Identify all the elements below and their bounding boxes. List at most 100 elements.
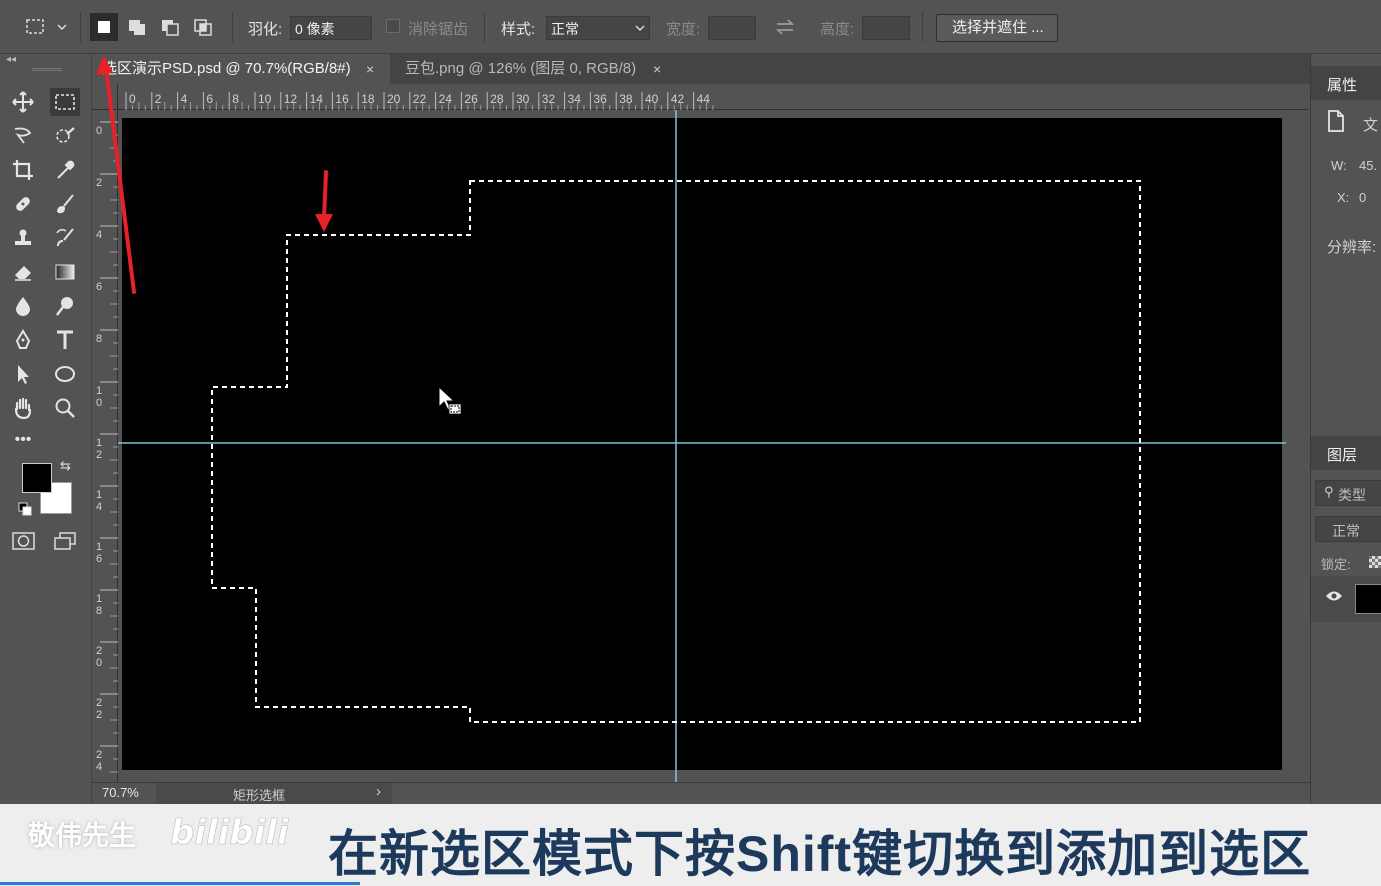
ruler-label: 34 — [568, 92, 582, 106]
width-input[interactable] — [708, 16, 756, 40]
add-selection-cursor-icon — [438, 385, 462, 415]
ruler-label: 4 — [96, 501, 102, 513]
ruler-label: 18 — [361, 92, 375, 106]
close-icon[interactable]: × — [366, 54, 374, 84]
ruler-label: 36 — [593, 92, 607, 106]
quick-selection-tool-icon[interactable] — [50, 122, 80, 150]
move-tool-icon[interactable] — [8, 88, 38, 116]
search-icon: ⚲ — [1324, 484, 1334, 499]
document-icon — [1327, 110, 1345, 137]
resolution-label: 分辨率: — [1327, 239, 1377, 256]
subtract-from-selection-icon[interactable] — [156, 13, 184, 41]
rect-marquee-tool-icon[interactable] — [50, 88, 80, 116]
layer-thumbnail — [1355, 584, 1381, 614]
default-colors-icon[interactable] — [18, 502, 32, 521]
ruler-label: 2 — [96, 645, 102, 657]
style-select[interactable]: 正常 — [546, 16, 650, 40]
ellipse-tool-icon[interactable] — [50, 360, 80, 388]
ruler-label: 0 — [96, 397, 102, 409]
add-to-selection-icon[interactable] — [123, 13, 151, 41]
path-selection-tool-icon[interactable] — [8, 360, 38, 388]
more-tools-icon[interactable]: ••• — [8, 426, 38, 454]
width-field-value[interactable]: 45. — [1359, 158, 1377, 173]
brush-tool-icon[interactable] — [50, 190, 80, 218]
toolbar-grip[interactable] — [32, 68, 62, 71]
ruler-label: 0 — [129, 92, 136, 106]
zoom-level[interactable]: 70.7% — [102, 785, 139, 800]
ruler-label: 38 — [619, 92, 633, 106]
select-and-mask-button[interactable]: 选择并遮住 ... — [936, 14, 1058, 42]
ruler-label: 2 — [155, 92, 162, 106]
ruler-label: 26 — [464, 92, 478, 106]
screen-mode-icon[interactable] — [53, 531, 77, 556]
canvas-area[interactable] — [118, 110, 1308, 782]
close-icon[interactable]: × — [653, 54, 661, 84]
watermark: 敬伟先生 — [28, 821, 136, 851]
properties-doc-label: 文 — [1363, 117, 1379, 134]
ruler-label: 32 — [542, 92, 556, 106]
blur-tool-icon[interactable] — [8, 292, 38, 320]
intersect-selection-icon[interactable] — [189, 13, 217, 41]
status-menu-arrow-icon[interactable]: › — [376, 783, 381, 800]
layer-filter-label: 类型 — [1338, 487, 1366, 503]
ruler-label: 8 — [232, 92, 239, 106]
tab-doubao[interactable]: 豆包.png @ 126% (图层 0, RGB/8) — [395, 54, 677, 84]
properties-panel-title: 属性 — [1327, 77, 1358, 94]
quick-mask-icon[interactable] — [12, 531, 36, 556]
collapse-toolbar-icon[interactable]: ◂◂ — [6, 54, 16, 65]
horizontal-ruler[interactable]: 0 2 4 6 8 10 12 14 16 18 20 22 24 26 28 30 32 34 36 38 40 42 4… — [118, 84, 1308, 110]
crop-tool-icon[interactable] — [8, 156, 38, 184]
ruler-label: 1 — [96, 385, 102, 397]
ruler-label: 24 — [439, 92, 453, 106]
feather-label: 羽化: — [248, 21, 283, 38]
x-field-value[interactable]: 0 — [1359, 190, 1366, 205]
width-field-label: W: — [1331, 158, 1347, 173]
layers-panel-header[interactable]: 图层 — [1311, 436, 1381, 470]
pen-tool-icon[interactable] — [8, 326, 38, 354]
vertical-ruler[interactable]: 024681012141618202224 — [92, 110, 118, 782]
swap-colors-icon[interactable]: ⇆ — [60, 458, 71, 474]
ruler-label: 14 — [310, 92, 324, 106]
feather-input[interactable]: 0 像素 — [290, 16, 372, 40]
status-info[interactable]: 矩形选框 › — [156, 783, 392, 804]
status-bar: 70.7% 矩形选框 › — [92, 782, 1310, 804]
rect-marquee-preset-icon[interactable] — [22, 13, 68, 41]
height-label: 高度: — [820, 21, 855, 38]
zoom-tool-icon[interactable] — [50, 394, 80, 422]
eyedropper-tool-icon[interactable] — [50, 156, 80, 184]
type-tool-icon[interactable] — [50, 326, 80, 354]
ruler-label: 28 — [490, 92, 504, 106]
antialias-label: 消除锯齿 — [408, 21, 469, 38]
new-selection-icon[interactable] — [90, 13, 118, 41]
ruler-origin[interactable] — [92, 84, 118, 110]
clone-stamp-tool-icon[interactable] — [8, 224, 38, 252]
blend-mode-select[interactable]: 正常 — [1315, 516, 1381, 542]
healing-brush-tool-icon[interactable] — [8, 190, 38, 218]
height-input[interactable] — [862, 16, 910, 40]
layer-filter-search[interactable]: ⚲ 类型 — [1315, 480, 1381, 506]
lock-transparency-icon[interactable] — [1369, 556, 1381, 568]
ruler-label: 4 — [96, 229, 102, 241]
ruler-label: 16 — [335, 92, 349, 106]
properties-panel-header[interactable]: 属性 — [1311, 66, 1381, 100]
dodge-tool-icon[interactable] — [50, 292, 80, 320]
tools-panel: ◂◂ ••• ⇆ — [0, 54, 92, 804]
layer-row[interactable] — [1311, 576, 1381, 622]
swap-dimensions-icon[interactable] — [774, 16, 796, 38]
ruler-label: 20 — [387, 92, 401, 106]
status-tool-name: 矩形选框 — [233, 788, 286, 803]
antialias-checkbox[interactable] — [386, 19, 400, 33]
eraser-tool-icon[interactable] — [8, 258, 38, 286]
ruler-label: 42 — [671, 92, 685, 106]
eye-icon[interactable] — [1325, 589, 1343, 608]
history-brush-tool-icon[interactable] — [50, 224, 80, 252]
ruler-label: 2 — [96, 749, 102, 761]
x-field-label: X: — [1337, 190, 1350, 205]
lasso-tool-icon[interactable] — [8, 122, 38, 150]
hand-tool-icon[interactable] — [8, 394, 38, 422]
gradient-tool-icon[interactable] — [50, 258, 80, 286]
tab-label: 选区演示PSD.psd @ 70.7%(RGB/8#) — [102, 60, 351, 77]
foreground-color-swatch[interactable] — [22, 463, 52, 493]
tab-selection-demo[interactable]: 选区演示PSD.psd @ 70.7%(RGB/8#) — [92, 54, 390, 84]
horizontal-ruler-ticks: 0 2 4 6 8 10 12 14 16 18 20 22 24 26 28 30 32 34 36 38 40 42 4… — [125, 92, 714, 110]
